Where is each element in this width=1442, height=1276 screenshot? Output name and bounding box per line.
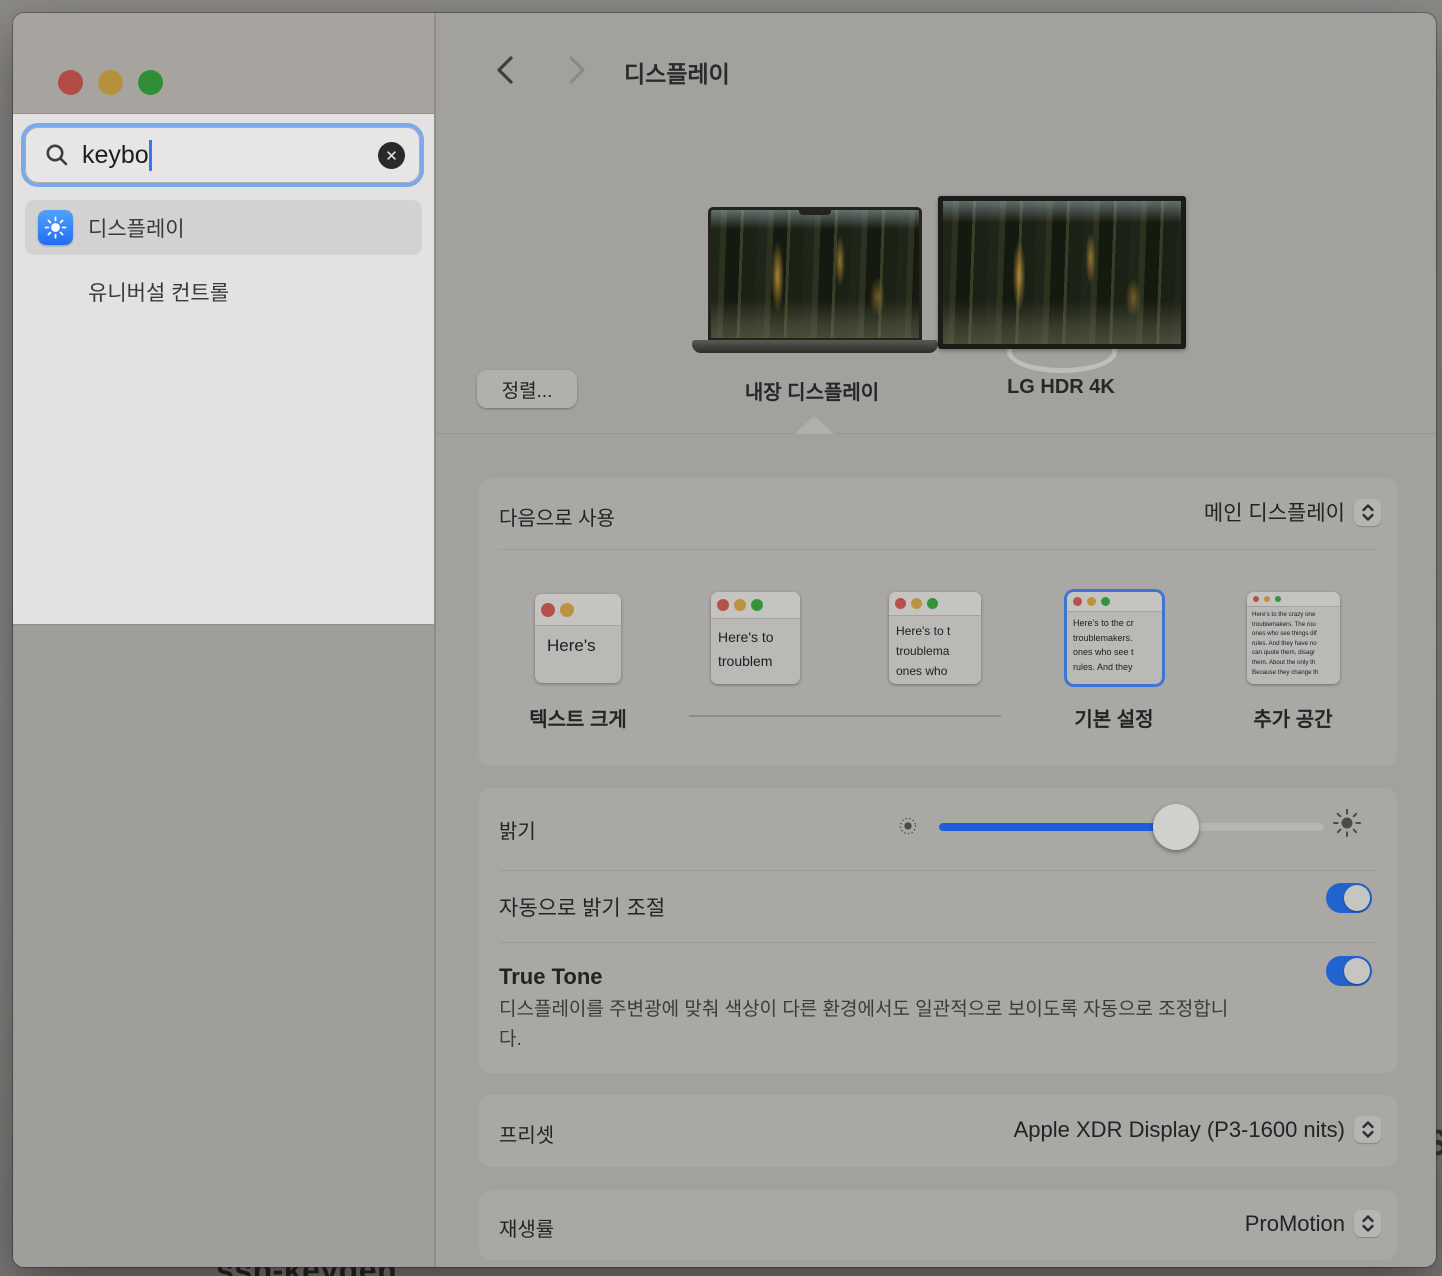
external-display-label: LG HDR 4K: [936, 376, 1186, 399]
scaling-option-2[interactable]: Here's totroublem: [711, 592, 800, 684]
true-tone-label: True Tone: [499, 964, 603, 990]
use-as-value: 메인 디스플레이: [1204, 497, 1345, 527]
scaling-label-larger-text: 텍스트 크게: [503, 703, 653, 732]
page-title: 디스플레이: [624, 55, 730, 89]
green-dot-icon: [1101, 597, 1110, 606]
use-as-label: 다음으로 사용: [499, 502, 615, 531]
search-input[interactable]: keybo ✕: [25, 127, 420, 183]
chevron-up-down-icon: [1354, 1210, 1381, 1237]
yellow-dot-icon: [911, 598, 922, 609]
refresh-rate-dropdown[interactable]: ProMotion: [1245, 1210, 1381, 1237]
scaling-option-3[interactable]: Here's to ttroublemaones who: [889, 592, 981, 684]
red-dot-icon: [1253, 596, 1259, 602]
sidebar: keybo ✕ 디스플레이: [13, 13, 434, 1267]
scaling-label-default: 기본 설정: [1039, 703, 1189, 732]
search-result-label: 디스플레이: [88, 213, 185, 243]
mini-window-titlebar: [1247, 592, 1340, 607]
close-window-button[interactable]: [58, 70, 83, 95]
brightness-low-icon: [897, 815, 919, 837]
mini-window-text: Here's: [535, 626, 621, 656]
mini-window-text: Here's to the crazy onetroublemakers. Th…: [1247, 607, 1340, 677]
red-dot-icon: [895, 598, 906, 609]
brightness-slider-fill: [939, 823, 1176, 831]
mini-window-titlebar: [535, 594, 621, 626]
green-dot-icon: [1275, 596, 1281, 602]
scaling-option-default[interactable]: Here's to the crtroublemakers.ones who s…: [1067, 592, 1162, 684]
search-value: keybo: [82, 141, 149, 170]
search-results-panel: keybo ✕ 디스플레이: [13, 113, 434, 625]
laptop-notch: [799, 209, 831, 215]
traffic-lights: [58, 70, 163, 95]
brightness-high-icon: [1331, 807, 1363, 839]
green-dot-icon: [751, 599, 763, 611]
brightness-slider-knob[interactable]: [1153, 804, 1199, 850]
scaling-option-larger-text[interactable]: Here's: [535, 594, 621, 683]
use-as-dropdown[interactable]: 메인 디스플레이: [1204, 497, 1381, 527]
auto-brightness-label: 자동으로 밝기 조절: [499, 892, 665, 922]
yellow-dot-icon: [1087, 597, 1096, 606]
search-result-label: 유니버설 컨트롤: [88, 277, 229, 307]
back-button[interactable]: [486, 51, 524, 89]
yellow-dot-icon: [1264, 596, 1270, 602]
scaling-middle-line: [689, 715, 1001, 717]
red-dot-icon: [717, 599, 729, 611]
minimize-window-button[interactable]: [98, 70, 123, 95]
green-dot-icon: [927, 598, 938, 609]
mini-window-text: Here's to the crtroublemakers.ones who s…: [1067, 612, 1162, 674]
mini-window-titlebar: [889, 592, 981, 616]
mini-window-titlebar: [711, 592, 800, 619]
row-divider: [499, 870, 1377, 871]
yellow-dot-icon: [734, 599, 746, 611]
row-divider: [499, 942, 1377, 943]
toggle-knob: [1344, 958, 1370, 984]
auto-brightness-toggle[interactable]: [1326, 883, 1372, 913]
arrange-button[interactable]: 정렬...: [477, 370, 577, 408]
display-brightness-icon: [38, 210, 73, 245]
true-tone-description: 디스플레이를 주변광에 맞춰 색상이 다른 환경에서도 일관적으로 보이도록 자…: [499, 995, 1247, 1055]
row-divider: [499, 549, 1377, 550]
text-cursor: [149, 140, 152, 171]
preset-dropdown[interactable]: Apple XDR Display (P3-1600 nits): [1014, 1116, 1381, 1143]
brightness-slider[interactable]: [939, 823, 1324, 831]
scaling-option-more-space[interactable]: Here's to the crazy onetroublemakers. Th…: [1247, 592, 1340, 684]
red-dot-icon: [541, 603, 555, 617]
scaling-label-more-space: 추가 공간: [1218, 703, 1368, 732]
builtin-display-label: 내장 디스플레이: [687, 376, 937, 405]
mini-window-titlebar: [1067, 592, 1162, 612]
search-icon: [44, 142, 70, 168]
true-tone-toggle[interactable]: [1326, 956, 1372, 986]
display-settings-card: 다음으로 사용 메인 디스플레이 Here's Here's totrouble…: [479, 478, 1397, 766]
search-result-display[interactable]: 디스플레이: [25, 200, 422, 255]
chevron-up-down-icon: [1354, 499, 1381, 526]
selected-display-caret: [794, 416, 834, 434]
refresh-rate-label: 재생률: [499, 1213, 554, 1242]
preset-card: 프리셋 Apple XDR Display (P3-1600 nits): [479, 1095, 1397, 1167]
preset-label: 프리셋: [499, 1119, 554, 1148]
brightness-card: 밝기 자동으로 밝기 조절 True Tone 디스플레이를 주변광에 맞춰 색…: [479, 788, 1397, 1073]
zoom-window-button[interactable]: [138, 70, 163, 95]
chevron-up-down-icon: [1354, 1116, 1381, 1143]
clear-search-button[interactable]: ✕: [378, 142, 405, 169]
mini-window-text: Here's to ttroublemaones who: [889, 616, 981, 681]
preset-value: Apple XDR Display (P3-1600 nits): [1014, 1117, 1345, 1143]
search-result-universal-control[interactable]: 유니버설 컨트롤: [25, 264, 422, 319]
main-panel: 디스플레이 내장 디스플레이 LG HDR 4K 정렬... 다음으로 사용 메…: [436, 13, 1436, 1267]
builtin-display-thumbnail[interactable]: [708, 207, 922, 341]
toggle-knob: [1344, 885, 1370, 911]
brightness-label: 밝기: [499, 815, 536, 844]
system-settings-window: keybo ✕ 디스플레이: [13, 13, 1436, 1267]
mini-window-text: Here's totroublem: [711, 619, 800, 673]
red-dot-icon: [1073, 597, 1082, 606]
external-display-thumbnail[interactable]: [938, 196, 1186, 349]
refresh-rate-value: ProMotion: [1245, 1211, 1345, 1237]
refresh-rate-card: 재생률 ProMotion: [479, 1190, 1397, 1260]
section-divider: [436, 433, 1436, 434]
yellow-dot-icon: [560, 603, 574, 617]
forward-button[interactable]: [558, 51, 596, 89]
laptop-base: [692, 340, 938, 353]
